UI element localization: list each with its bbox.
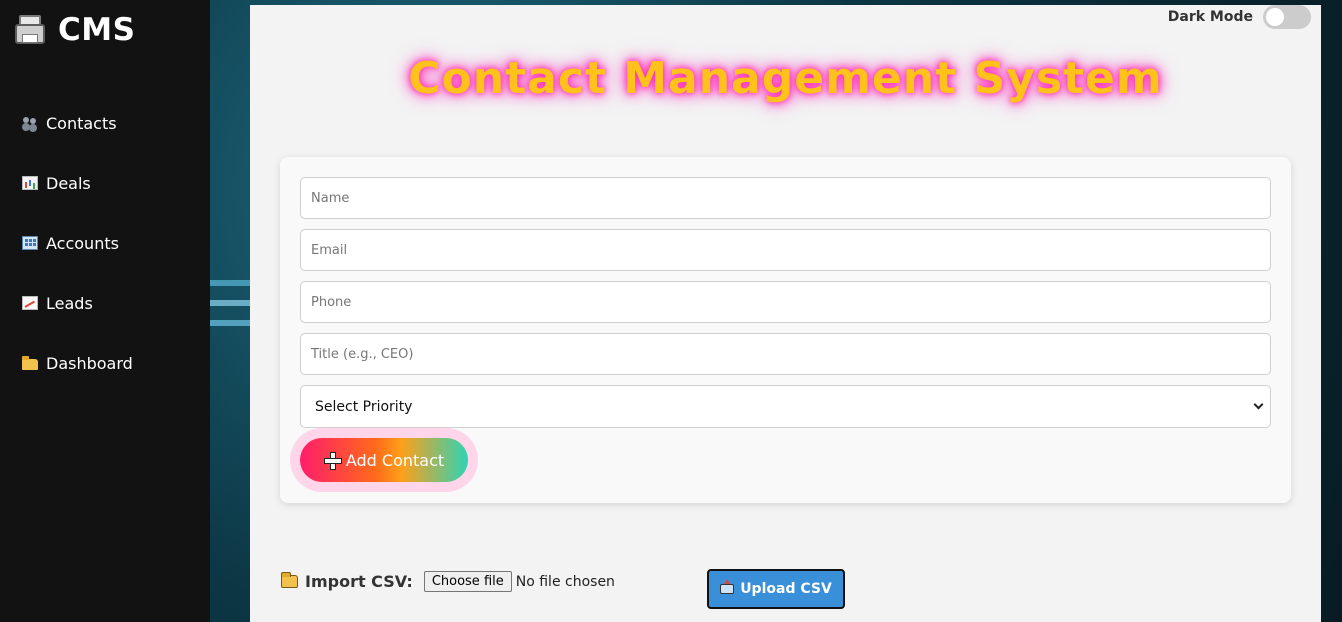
priority-select[interactable]: Select Priority xyxy=(300,385,1271,428)
sidebar-item-label: Accounts xyxy=(46,233,119,253)
chevron-down-icon xyxy=(1253,399,1264,410)
main-panel: Dark Mode Contact Management System Sele… xyxy=(250,5,1321,622)
page-title: Contact Management System xyxy=(408,53,1163,104)
sidebar-item-contacts[interactable]: Contacts xyxy=(0,93,210,153)
file-status: No file chosen xyxy=(515,573,615,590)
phone-field[interactable] xyxy=(300,281,1271,323)
email-field[interactable] xyxy=(300,229,1271,271)
dark-mode-toggle[interactable] xyxy=(1263,5,1311,29)
sidebar: CMS Contacts Deals Accounts Leads Dashbo… xyxy=(0,0,210,622)
contacts-icon xyxy=(22,116,38,130)
import-csv-label: Import CSV: xyxy=(305,572,413,591)
sidebar-nav: Contacts Deals Accounts Leads Dashboard xyxy=(0,93,210,393)
brand[interactable]: CMS xyxy=(14,12,135,48)
toggle-knob xyxy=(1266,8,1284,26)
printer-icon xyxy=(14,14,46,46)
upload-icon xyxy=(720,579,735,594)
sidebar-item-accounts[interactable]: Accounts xyxy=(0,213,210,273)
sidebar-item-label: Deals xyxy=(46,173,91,193)
building-icon xyxy=(22,236,38,250)
add-contact-button[interactable]: Add Contact xyxy=(300,438,468,482)
name-field[interactable] xyxy=(300,177,1271,219)
sidebar-item-dashboard[interactable]: Dashboard xyxy=(0,333,210,393)
add-contact-label: Add Contact xyxy=(345,450,445,470)
contact-form-card: Select Priority Add Contact xyxy=(280,157,1291,503)
sidebar-item-label: Leads xyxy=(46,293,93,313)
priority-select-value: Select Priority xyxy=(315,398,413,415)
title-field[interactable] xyxy=(300,333,1271,375)
folder-icon xyxy=(22,355,38,370)
choose-file-button[interactable]: Choose file xyxy=(423,571,512,592)
sidebar-item-label: Dashboard xyxy=(46,353,133,373)
dark-mode-toggle-group: Dark Mode xyxy=(1168,5,1311,29)
upload-csv-label: Upload CSV xyxy=(740,581,832,597)
folder-icon xyxy=(281,572,298,588)
sidebar-item-label: Contacts xyxy=(46,113,117,133)
upload-csv-button[interactable]: Upload CSV xyxy=(707,569,845,609)
sidebar-item-leads[interactable]: Leads xyxy=(0,273,210,333)
trend-chart-icon xyxy=(22,296,38,310)
brand-title: CMS xyxy=(58,12,136,48)
bar-chart-icon xyxy=(22,176,38,190)
sidebar-item-deals[interactable]: Deals xyxy=(0,153,210,213)
import-csv-row: Import CSV: Choose file No file chosen xyxy=(281,571,615,592)
plus-icon xyxy=(323,452,342,470)
dark-mode-label: Dark Mode xyxy=(1167,9,1253,25)
